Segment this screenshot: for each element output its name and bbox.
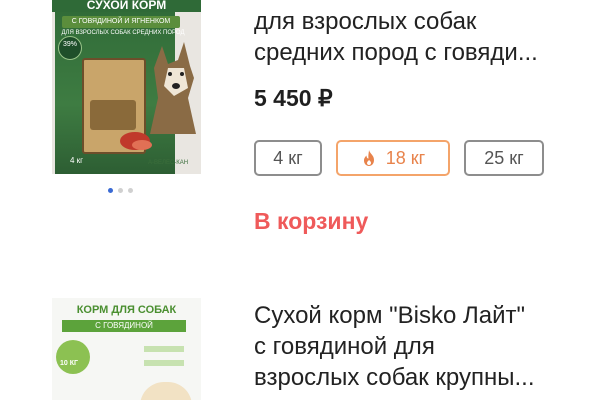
product-title-line[interactable]: взрослых собак крупны... xyxy=(254,362,535,393)
product-image-1[interactable]: СУХОЙ КОРМ С ГОВЯДИНОЙ И ЯГНЕНКОМ ДЛЯ ВЗ… xyxy=(52,0,201,174)
carousel-dot-active[interactable] xyxy=(108,188,113,193)
add-to-cart-button[interactable]: В корзину xyxy=(254,208,368,235)
package-brand: А-ВЕЛЕС-КАН xyxy=(148,160,189,166)
product-price: 5 450 ₽ xyxy=(254,85,333,111)
package-description: ДЛЯ ВЗРОСЛЫХ СОБАК СРЕДНИХ ПОРОД xyxy=(61,30,185,36)
size-option-label: 18 кг xyxy=(385,147,426,168)
package-weight: 10 КГ xyxy=(60,360,78,367)
package-weight: 4 кг xyxy=(70,156,84,165)
package-subtitle: С ГОВЯДИНОЙ И ЯГНЕНКОМ xyxy=(62,16,180,28)
fire-icon xyxy=(363,150,374,166)
size-option-label: 25 кг xyxy=(484,147,524,168)
size-option-18kg-selected[interactable]: 18 кг xyxy=(336,140,450,176)
dog-illustration xyxy=(150,42,196,134)
package-feature-tag xyxy=(144,360,184,366)
package-subtitle: С ГОВЯДИНОЙ xyxy=(62,320,186,332)
carousel-indicator[interactable] xyxy=(108,180,138,193)
carousel-dot[interactable] xyxy=(128,188,133,193)
package-feature-tag xyxy=(144,346,184,352)
meat-slice-illustration xyxy=(132,140,152,150)
protein-badge: 39% xyxy=(58,36,82,60)
package-title: КОРМ ДЛЯ СОБАК xyxy=(76,304,177,316)
bull-icon xyxy=(56,340,90,374)
product-image-2[interactable]: КОРМ ДЛЯ СОБАК С ГОВЯДИНОЙ 10 КГ xyxy=(52,298,201,400)
size-option-4kg[interactable]: 4 кг xyxy=(254,140,322,176)
size-option-25kg[interactable]: 25 кг xyxy=(464,140,544,176)
product-title-line[interactable]: для взрослых собак xyxy=(254,6,476,37)
product-title-line[interactable]: Сухой корм "Bisko Лайт" xyxy=(254,300,525,331)
product-title-line[interactable]: средних пород с говяди... xyxy=(254,37,538,68)
carousel-dot[interactable] xyxy=(118,188,123,193)
product-card-1: СУХОЙ КОРМ С ГОВЯДИНОЙ И ЯГНЕНКОМ ДЛЯ ВЗ… xyxy=(0,0,600,250)
product-card-2: КОРМ ДЛЯ СОБАК С ГОВЯДИНОЙ 10 КГ Сухой к… xyxy=(0,296,600,400)
package-title: СУХОЙ КОРМ xyxy=(52,0,201,12)
product-title-line[interactable]: с говядиной для xyxy=(254,331,435,362)
size-option-label: 4 кг xyxy=(273,147,303,168)
